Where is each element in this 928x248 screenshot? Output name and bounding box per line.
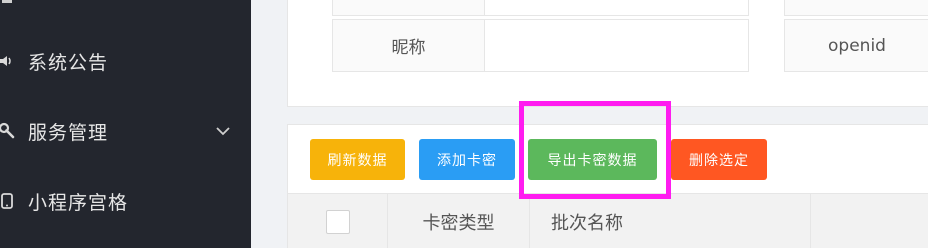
filter-form: 昵称 openid <box>287 0 928 107</box>
sidebar-item-announcements[interactable]: 系统公告 <box>0 41 251 81</box>
sidebar-item-mini-program-grid[interactable]: 小程序宫格 <box>0 181 251 221</box>
column-header-next <box>811 194 928 248</box>
filter-label-partial <box>332 0 485 16</box>
select-all-checkbox[interactable] <box>325 210 350 234</box>
wrench-icon <box>0 120 18 142</box>
sidebar-item-label: 系统公告 <box>28 51 109 74</box>
main-content: 昵称 openid 刷新数据 添加卡密 导出卡密数据 删除选定 卡密类型 批次名… <box>251 0 928 248</box>
filter-label-partial-right <box>784 0 928 16</box>
sidebar-item-partial[interactable] <box>0 0 251 18</box>
sidebar: 系统公告 服务管理 小程序宫格 <box>0 0 251 248</box>
mobile-icon <box>0 190 18 212</box>
app-root: 系统公告 服务管理 小程序宫格 昵称 openid 刷新数据 添加卡密 导出卡密… <box>0 0 928 248</box>
filter-input-partial[interactable] <box>484 0 749 16</box>
export-card-key-button[interactable]: 导出卡密数据 <box>528 139 657 180</box>
sidebar-item-service-management[interactable]: 服务管理 <box>0 111 251 151</box>
sidebar-item-label: 服务管理 <box>28 121 109 144</box>
openid-label: openid <box>784 19 928 72</box>
refresh-button[interactable]: 刷新数据 <box>310 139 405 180</box>
column-header-card-type[interactable]: 卡密类型 <box>388 194 530 248</box>
speaker-icon <box>0 50 18 72</box>
partial-icon <box>0 0 18 9</box>
sidebar-item-label: 小程序宫格 <box>28 191 129 214</box>
select-all-cell <box>288 194 388 248</box>
chevron-down-icon[interactable] <box>215 123 231 139</box>
nickname-label: 昵称 <box>332 19 485 72</box>
delete-selected-button[interactable]: 删除选定 <box>671 139 767 180</box>
column-header-batch-name[interactable]: 批次名称 <box>530 194 811 248</box>
add-card-key-button[interactable]: 添加卡密 <box>419 139 515 180</box>
table-header: 卡密类型 批次名称 <box>288 193 928 248</box>
nickname-input[interactable] <box>484 19 749 72</box>
table-card: 刷新数据 添加卡密 导出卡密数据 删除选定 卡密类型 批次名称 <box>287 124 928 248</box>
